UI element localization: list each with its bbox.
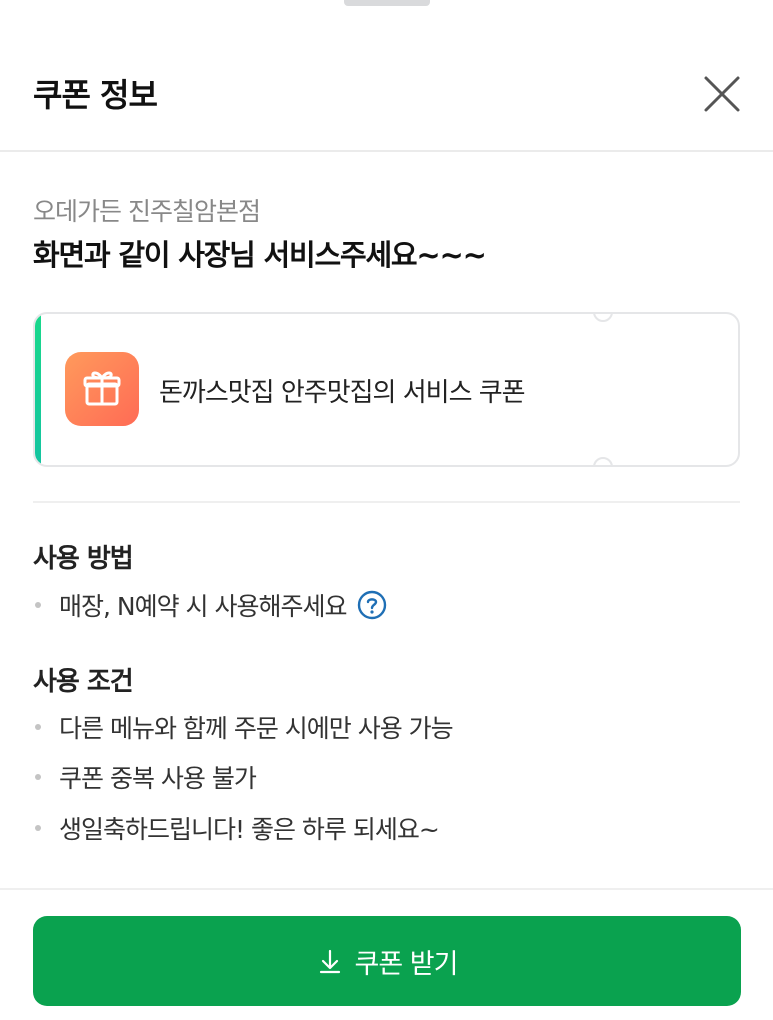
bullet-dot [35,602,41,608]
usage-method-title: 사용 방법 [33,544,134,574]
question-circle-icon[interactable] [357,590,387,620]
store-name: 오데가든 진주칠암본점 [33,197,261,226]
list-item: 매장, N예약 시 사용해주세요 [33,588,387,622]
usage-method-item: 매장, N예약 시 사용해주세요 [59,592,347,621]
coupon-accent-bar [35,314,41,465]
list-item: 생일축하드립니다! 좋은 하루 되세요~ [33,811,440,845]
bullet-dot [35,774,41,780]
coupon-notch-top [593,314,613,322]
coupon-headline: 화면과 같이 사장님 서비스주세요~~~ [33,238,487,272]
usage-condition-item: 쿠폰 중복 사용 불가 [59,764,257,793]
download-coupon-button[interactable]: 쿠폰 받기 [33,916,741,1006]
sheet-header: 쿠폰 정보 [0,0,773,152]
usage-conditions-title: 사용 조건 [33,667,134,697]
bullet-dot [35,825,41,831]
coupon-label: 돈까스맛집 안주맛집의 서비스 쿠폰 [159,378,526,408]
download-coupon-label: 쿠폰 받기 [354,948,459,980]
usage-condition-item: 다른 메뉴와 함께 주문 시에만 사용 가능 [59,714,454,743]
list-item: 다른 메뉴와 함께 주문 시에만 사용 가능 [33,710,454,744]
coupon-card: 돈까스맛집 안주맛집의 서비스 쿠폰 [33,312,740,467]
download-arrow-icon [319,949,340,974]
gift-icon [65,352,139,426]
bullet-dot [35,724,41,730]
list-item: 쿠폰 중복 사용 불가 [33,760,257,794]
coupon-notch-bottom [593,457,613,465]
close-icon [704,76,740,112]
divider [33,501,740,503]
close-button[interactable] [698,70,746,118]
usage-condition-item: 생일축하드립니다! 좋은 하루 되세요~ [59,815,440,844]
page-title: 쿠폰 정보 [33,76,158,114]
footer-divider [0,888,773,890]
